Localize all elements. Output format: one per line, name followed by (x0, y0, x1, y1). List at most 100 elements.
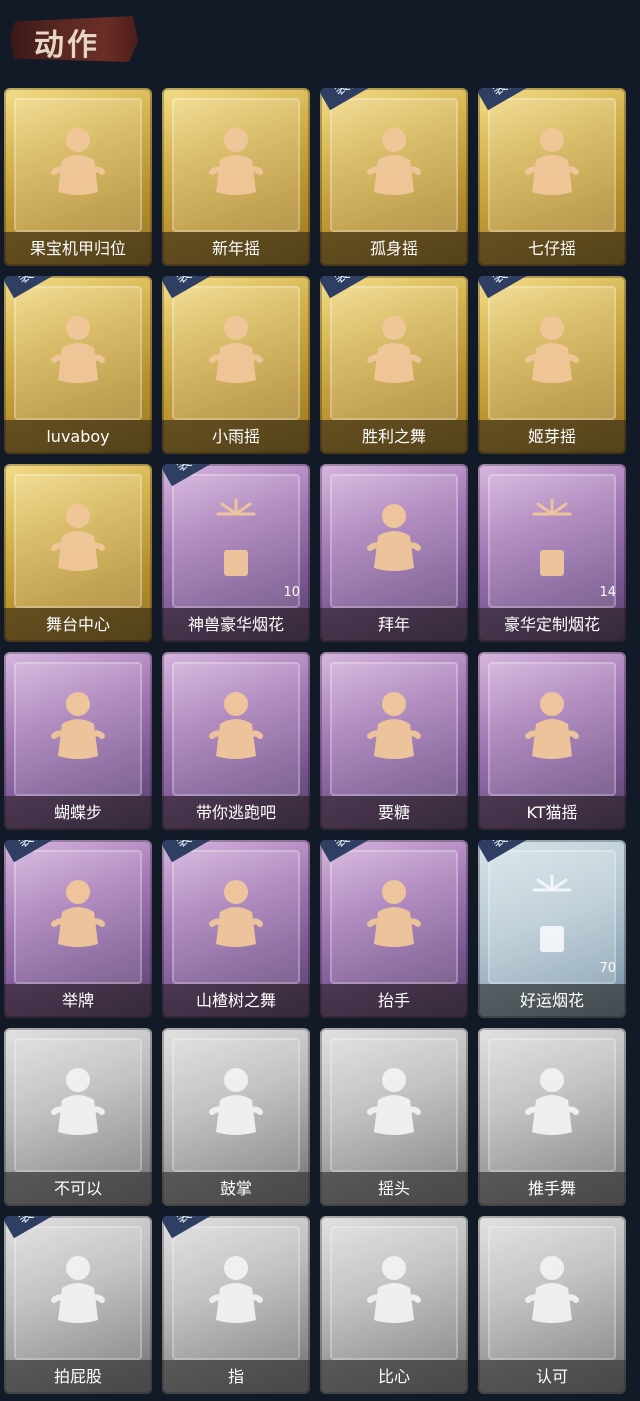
figure-icon (209, 692, 263, 759)
action-card[interactable]: 装配抬手 (320, 840, 468, 1018)
card-label: 指 (227, 1367, 244, 1386)
action-card[interactable]: 果宝机甲归位 (4, 88, 152, 266)
action-card[interactable]: 新年摇 (162, 88, 310, 266)
card-label: 摇头 (377, 1179, 410, 1198)
card-label: 要糖 (377, 803, 410, 822)
action-card[interactable]: 要糖 (320, 652, 468, 830)
equip-badge-text: 装配 (4, 840, 66, 863)
page-title: 动作 (34, 28, 100, 63)
action-icon (202, 686, 270, 776)
action-card[interactable]: 摇头 (320, 1028, 468, 1206)
equip-badge-text: 装配 (320, 88, 382, 111)
card-label: 胜利之舞 (361, 427, 426, 446)
equip-badge-text: 装配 (162, 840, 224, 863)
card-label: 带你逃跑吧 (195, 803, 276, 822)
equip-badge-text: 装配 (478, 840, 540, 863)
card-label: 比心 (377, 1367, 410, 1386)
firework-icon (532, 498, 572, 576)
card-label: 好运烟花 (519, 991, 584, 1010)
action-icon (360, 686, 428, 776)
action-card[interactable]: KT猫摇 (478, 652, 626, 830)
action-card[interactable]: 装配 10 神兽豪华烟花 (162, 464, 310, 642)
action-card[interactable]: 装配孤身摇 (320, 88, 468, 266)
action-icon (360, 1250, 428, 1340)
card-label: 拜年 (377, 615, 410, 634)
equip-badge: 装配 (4, 840, 66, 902)
card-label: 豪华定制烟花 (503, 615, 600, 634)
action-icon (360, 498, 428, 588)
figure-icon (367, 692, 421, 759)
action-card[interactable]: 舞台中心 (4, 464, 152, 642)
equip-badge-text: 装配 (4, 1216, 66, 1239)
action-card[interactable]: 装配小雨摇 (162, 276, 310, 454)
equip-badge-text: 装配 (4, 276, 66, 299)
action-icon (360, 1062, 428, 1152)
action-card[interactable]: 带你逃跑吧 (162, 652, 310, 830)
action-card[interactable]: 认可 (478, 1216, 626, 1394)
figure-icon (525, 1256, 579, 1323)
equip-badge-text: 装配 (478, 88, 540, 111)
action-card[interactable]: 装配 luvaboy (4, 276, 152, 454)
card-label: 举牌 (61, 991, 94, 1010)
action-card[interactable]: 装配山楂树之舞 (162, 840, 310, 1018)
action-icon (518, 1250, 586, 1340)
action-card[interactable]: 装配拍屁股 (4, 1216, 152, 1394)
action-card[interactable]: 不可以 (4, 1028, 152, 1206)
card-label: 果宝机甲归位 (29, 239, 126, 258)
equip-badge-text: 装配 (478, 276, 540, 299)
action-card[interactable]: 14 豪华定制烟花 (478, 464, 626, 642)
action-card[interactable]: 装配七仔摇 (478, 88, 626, 266)
action-card[interactable]: 装配 70 好运烟花 (478, 840, 626, 1018)
action-icon (44, 498, 112, 588)
action-card[interactable]: 鼓掌 (162, 1028, 310, 1206)
equip-badge: 装配 (4, 1216, 66, 1278)
item-count: 10 (283, 585, 300, 600)
equip-badge-text: 装配 (162, 1216, 224, 1239)
action-card[interactable]: 拜年 (320, 464, 468, 642)
card-label: 认可 (535, 1367, 568, 1386)
equip-badge: 装配 (320, 276, 382, 338)
equip-badge-text: 装配 (162, 464, 224, 487)
action-icon (518, 1062, 586, 1152)
card-label: 不可以 (53, 1179, 102, 1198)
action-icon (202, 122, 270, 212)
action-icon (44, 1062, 112, 1152)
card-label: 山楂树之舞 (195, 991, 276, 1010)
action-card[interactable]: 比心 (320, 1216, 468, 1394)
action-card[interactable]: 装配胜利之舞 (320, 276, 468, 454)
card-label: KT猫摇 (526, 803, 578, 822)
action-card[interactable]: 蝴蝶步 (4, 652, 152, 830)
figure-icon (525, 692, 579, 759)
equip-badge: 装配 (478, 88, 540, 150)
action-icon (518, 686, 586, 776)
equip-badge: 装配 (162, 1216, 224, 1278)
equip-badge: 装配 (320, 840, 382, 902)
card-label: 舞台中心 (45, 615, 110, 634)
figure-icon (367, 1068, 421, 1135)
card-label: 抬手 (377, 991, 410, 1010)
figure-icon (367, 504, 421, 571)
equip-badge: 装配 (162, 276, 224, 338)
figure-icon (525, 1068, 579, 1135)
equip-badge-text: 装配 (320, 840, 382, 863)
item-count: 70 (599, 961, 616, 976)
card-label: luvaboy (46, 427, 110, 446)
figure-icon (51, 128, 105, 195)
equip-badge: 装配 (320, 88, 382, 150)
card-label: 孤身摇 (369, 239, 418, 258)
action-card[interactable]: 推手舞 (478, 1028, 626, 1206)
action-icon (518, 498, 586, 588)
card-label: 姬芽摇 (527, 427, 576, 446)
figure-icon (51, 504, 105, 571)
action-card[interactable]: 装配姬芽摇 (478, 276, 626, 454)
equip-badge: 装配 (478, 276, 540, 338)
card-label: 小雨摇 (211, 427, 260, 446)
card-label: 神兽豪华烟花 (187, 615, 284, 634)
action-card[interactable]: 装配指 (162, 1216, 310, 1394)
equip-badge: 装配 (4, 276, 66, 338)
card-label: 拍屁股 (53, 1367, 102, 1386)
equip-badge-text: 装配 (320, 276, 382, 299)
figure-icon (367, 1256, 421, 1323)
action-card[interactable]: 装配举牌 (4, 840, 152, 1018)
card-label: 蝴蝶步 (53, 803, 102, 822)
